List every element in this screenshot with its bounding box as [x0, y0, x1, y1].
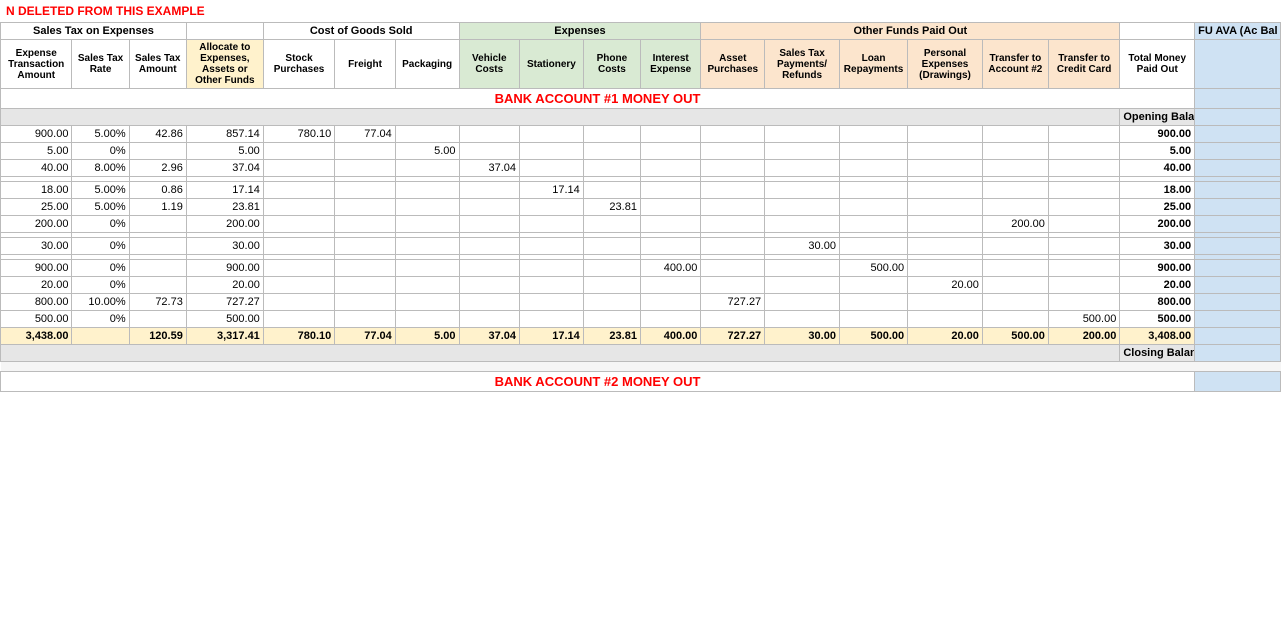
group-header-total	[1120, 23, 1195, 40]
table-row: 40.00 8.00% 2.96 37.04 37.04 40.00	[1, 160, 1281, 177]
col-hdr-packaging: Packaging	[395, 40, 459, 89]
group-header-expenses: Expenses	[459, 23, 701, 40]
table-row: 25.00 5.00% 1.19 23.81 23.81 25.00	[1, 199, 1281, 216]
cell-fu	[1195, 126, 1281, 143]
cell-total: 900.00	[1120, 126, 1195, 143]
cell-stationery	[520, 126, 584, 143]
col-hdr-alloc: Allocate to Expenses, Assets or Other Fu…	[186, 40, 263, 89]
col-hdr-freight: Freight	[335, 40, 395, 89]
bank2-title-extra	[1195, 372, 1281, 392]
bank1-title: BANK ACCOUNT #1 MONEY OUT	[1, 89, 1195, 109]
closing-balance-empty	[1, 345, 1120, 362]
cell-loan	[839, 126, 907, 143]
opening-balance-empty	[1, 109, 1120, 126]
opening-balance-label: Opening Balance	[1120, 109, 1195, 126]
col-hdr-personal: Personal Expenses (Drawings)	[908, 40, 983, 89]
col-hdr-fu	[1195, 40, 1281, 89]
col-hdr-vehicle: Vehicle Costs	[459, 40, 519, 89]
col-hdr-sales-pay: Sales Tax Payments/ Refunds	[765, 40, 840, 89]
cell-packaging	[395, 126, 459, 143]
table-row: 800.00 10.00% 72.73 727.27 727.27 800.00	[1, 294, 1281, 311]
cell-personal	[908, 126, 983, 143]
col-hdr-asset: Asset Purchases	[701, 40, 765, 89]
table-row: 900.00 0% 900.00 400.00 500.00 900.00	[1, 260, 1281, 277]
col-hdr-stock: Stock Purchases	[263, 40, 334, 89]
cell-transfer-cc	[1048, 126, 1119, 143]
closing-balance-label: Closing Balance	[1120, 345, 1195, 362]
col-hdr-stationery: Stationery	[520, 40, 584, 89]
table-row: 30.00 0% 30.00 30.00 30.00	[1, 238, 1281, 255]
closing-balance-row: Closing Balance	[1, 345, 1281, 362]
cell-stock: 780.10	[263, 126, 334, 143]
table-row: 200.00 0% 200.00 200.00 200.00	[1, 216, 1281, 233]
cell-interest	[640, 126, 700, 143]
cell-vehicle	[459, 126, 519, 143]
table-row: 18.00 5.00% 0.86 17.14 17.14 18.00	[1, 182, 1281, 199]
cell-alloc: 857.14	[186, 126, 263, 143]
cell-rate: 5.00%	[72, 126, 129, 143]
group-header-blank	[186, 23, 263, 40]
group-header-cogs: Cost of Goods Sold	[263, 23, 459, 40]
closing-balance-value	[1195, 345, 1281, 362]
table-row: 20.00 0% 20.00 20.00 20.00	[1, 277, 1281, 294]
col-hdr-loan: Loan Repayments	[839, 40, 907, 89]
cell-asset	[701, 126, 765, 143]
col-hdr-total: Total Money Paid Out	[1120, 40, 1195, 89]
table-row: 500.00 0% 500.00 500.00 500.00	[1, 311, 1281, 328]
deleted-banner: N DELETED FROM THIS EXAMPLE	[0, 0, 1281, 22]
col-hdr-sales-tax-amt: Sales Tax Amount	[129, 40, 186, 89]
bank2-title: BANK ACCOUNT #2 MONEY OUT	[1, 372, 1195, 392]
group-header-fu: FU AVA (Ac Bal	[1195, 23, 1281, 40]
cell-tax: 42.86	[129, 126, 186, 143]
cell-phone	[583, 126, 640, 143]
col-hdr-phone: Phone Costs	[583, 40, 640, 89]
cell-freight: 77.04	[335, 126, 395, 143]
group-header-sales-tax: Sales Tax on Expenses	[1, 23, 187, 40]
opening-balance-value	[1195, 109, 1281, 126]
totals-row: 3,438.00 120.59 3,317.41 780.10 77.04 5.…	[1, 328, 1281, 345]
table-row: 900.00 5.00% 42.86 857.14 780.10 77.04 9…	[1, 126, 1281, 143]
cell-sales-pay	[765, 126, 840, 143]
col-hdr-expense-txn: Expense Transaction Amount	[1, 40, 72, 89]
col-hdr-transfer2: Transfer to Account #2	[982, 40, 1048, 89]
cell-transfer2	[982, 126, 1048, 143]
bank1-title-extra	[1195, 89, 1281, 109]
col-hdr-transfer-cc: Transfer to Credit Card	[1048, 40, 1119, 89]
cell-txn: 900.00	[1, 126, 72, 143]
table-row: 5.00 0% 5.00 5.00 5.00	[1, 143, 1281, 160]
col-hdr-sales-tax-rate: Sales Tax Rate	[72, 40, 129, 89]
col-hdr-interest: Interest Expense	[640, 40, 700, 89]
group-header-other: Other Funds Paid Out	[701, 23, 1120, 40]
